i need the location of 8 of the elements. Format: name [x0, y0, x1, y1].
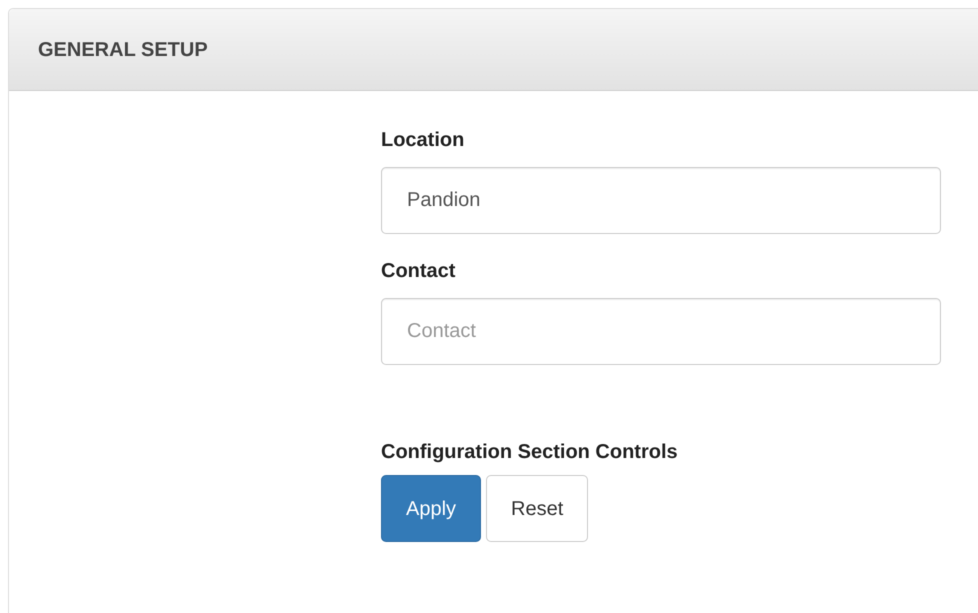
input-field[interactable]: Pandion: [381, 167, 941, 234]
section-label: Configuration Section Controls: [381, 440, 678, 465]
apply-button[interactable]: Apply: [381, 475, 482, 542]
input-field[interactable]: Contact: [381, 298, 941, 365]
field-label: Contact: [381, 259, 456, 284]
reset-button[interactable]: Reset: [486, 475, 588, 542]
field-label: Location: [381, 128, 464, 153]
panel-title: GENERAL SETUP: [38, 38, 208, 62]
